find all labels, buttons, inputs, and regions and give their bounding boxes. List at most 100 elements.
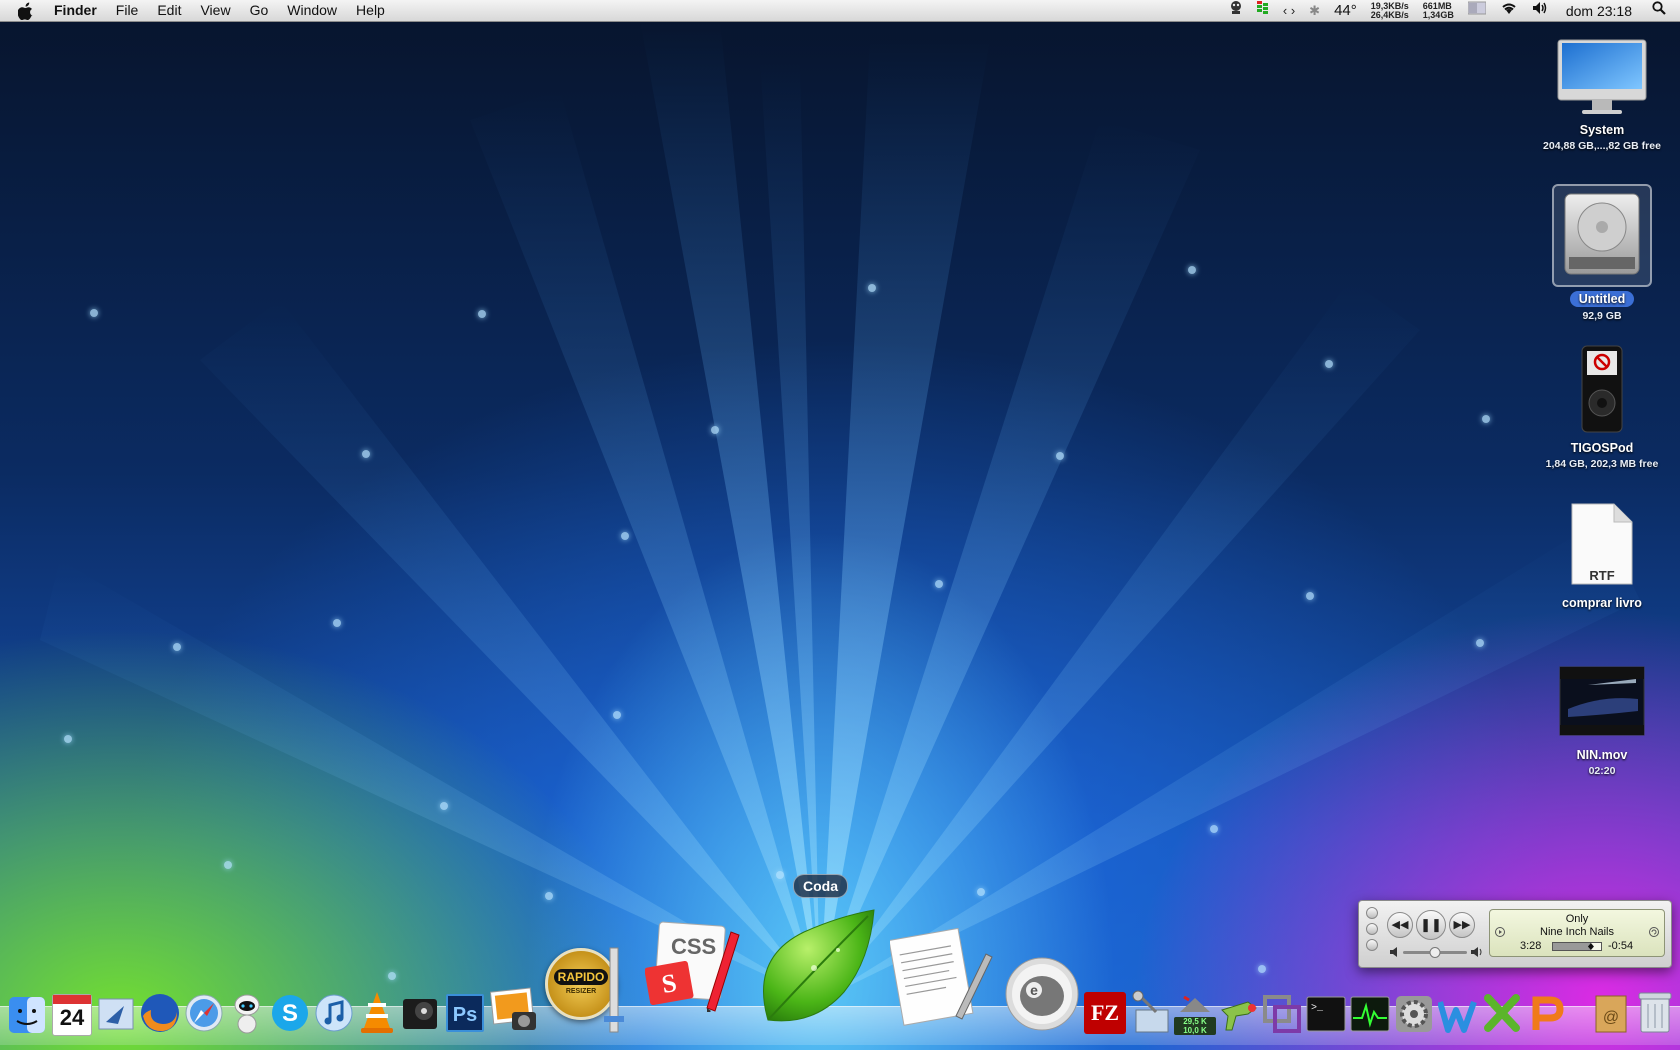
dock-skype-icon[interactable]: S (270, 993, 310, 1033)
movie-thumbnail-icon (1559, 666, 1645, 736)
play-pause-button[interactable]: ❚❚ (1416, 910, 1446, 940)
dock-satellite-icon[interactable] (1130, 990, 1172, 1034)
now-playing-artist: Nine Inch Nails (1540, 926, 1614, 938)
dock-activity-monitor-icon[interactable] (1350, 996, 1390, 1032)
desktop-icon-label: Untitled (1569, 291, 1635, 307)
selection-highlight (1552, 184, 1652, 287)
ical-date: 24 (59, 1005, 85, 1030)
desktop-icon-nin-mov[interactable]: NIN.mov 02:20 (1532, 665, 1672, 777)
mini-player-zoom-button[interactable] (1366, 939, 1378, 951)
dock-iphoto-icon[interactable] (490, 986, 538, 1034)
dock-terminal-icon[interactable]: >_ (1306, 996, 1346, 1032)
mini-player-minimize-button[interactable] (1366, 923, 1378, 935)
dock-finder-icon[interactable] (8, 996, 46, 1034)
dock-eve-robot-icon[interactable] (228, 992, 266, 1034)
mini-player-close-button[interactable] (1366, 907, 1378, 919)
menu-help[interactable]: Help (356, 0, 385, 21)
itunes-mini-player: ◀◀ ❚❚ ▶▶ Only Nine Inch Nails 3:28 -0:54 (1358, 900, 1672, 968)
temperature-readout[interactable]: 44° (1334, 2, 1357, 19)
dock-powerpoint-icon[interactable] (1526, 994, 1566, 1034)
svg-text:@: @ (1603, 1009, 1619, 1026)
dock-stack-folder-icon[interactable]: @ (1592, 992, 1632, 1034)
memory-readout[interactable]: 661MB 1,34GB (1422, 1, 1454, 20)
now-playing-song: Only (1565, 913, 1589, 925)
dock-vmware-icon[interactable] (1262, 994, 1302, 1034)
net-down-value: 26,4KB/s (1370, 9, 1409, 20)
svg-text:S: S (282, 1000, 298, 1027)
code-brackets-icon[interactable]: ‹ › (1283, 0, 1295, 21)
dock-coda-icon[interactable] (756, 908, 880, 1028)
desktop-icon-subtitle: 92,9 GB (1582, 310, 1622, 322)
dock-firefox-icon[interactable] (139, 992, 181, 1034)
dock-network-monitor-icon[interactable]: 29,5 K 10,0 K (1174, 995, 1216, 1035)
dock-photoshop-icon[interactable]: Ps (446, 994, 484, 1032)
previous-track-button[interactable]: ◀◀ (1387, 912, 1413, 938)
dock-ical-icon[interactable]: 24 (52, 994, 92, 1036)
desktop-icon-label: comprar livro (1562, 596, 1642, 610)
menu-bar: Finder File Edit View Go Window Help ‹ ›… (0, 0, 1680, 22)
dock-textedit-icon[interactable] (890, 924, 994, 1026)
lcd-play-indicator-icon[interactable] (1495, 927, 1505, 937)
dock-vlc-icon[interactable] (358, 990, 396, 1034)
dock-ruler-slider-icon[interactable] (602, 946, 626, 1034)
desktop-icon-subtitle: 204,88 GB,...,82 GB free (1543, 140, 1661, 152)
dock-ray-gun-icon[interactable] (1218, 994, 1260, 1034)
rtf-badge-label: RTF (1589, 568, 1615, 583)
desktop-icon-untitled[interactable]: Untitled 92,9 GB (1532, 184, 1672, 322)
wifi-icon[interactable] (1500, 0, 1518, 21)
dock-system-preferences-icon[interactable] (1394, 994, 1434, 1034)
menu-view[interactable]: View (200, 0, 230, 21)
memory-bar-icon[interactable] (1467, 0, 1487, 21)
svg-text:e: e (1030, 982, 1038, 998)
bluetooth-icon[interactable]: ✱ (1309, 0, 1320, 21)
dock-safari-icon[interactable] (184, 993, 224, 1033)
dock-cssedit-icon[interactable]: S CSS (645, 920, 741, 1012)
desktop-icon-subtitle: 1,84 GB, 202,3 MB free (1545, 458, 1659, 470)
netmon-values: 29,5 K 10,0 K (1174, 1017, 1216, 1035)
spotlight-search-icon[interactable] (1652, 0, 1666, 21)
imac-icon (1557, 39, 1647, 114)
desktop-icon-tigospod[interactable]: TIGOSPod 1,84 GB, 202,3 MB free (1532, 344, 1672, 470)
netmon-up: 29,5 K (1183, 1017, 1207, 1026)
desktop-icon-comprar-livro[interactable]: RTF comprar livro (1532, 502, 1672, 610)
volume-slider[interactable] (1389, 945, 1485, 959)
dock-audio-app-icon[interactable] (400, 993, 440, 1033)
dock-word-icon[interactable] (1438, 996, 1480, 1034)
dock-filezilla-icon[interactable]: FZ (1084, 992, 1126, 1034)
dock-excel-icon[interactable] (1482, 994, 1524, 1034)
ipod-icon (1581, 345, 1623, 433)
dock-mail-icon[interactable] (96, 994, 136, 1034)
menu-edit[interactable]: Edit (157, 0, 181, 21)
desktop-icon-label: TIGOSPod (1570, 441, 1634, 455)
desktop-icon-label: System (1579, 123, 1625, 137)
hard-drive-icon (1564, 193, 1640, 275)
cpu-meter-icon[interactable] (1256, 0, 1269, 21)
lcd-snapback-icon[interactable] (1649, 927, 1659, 937)
now-playing-display: Only Nine Inch Nails 3:28 -0:54 (1489, 909, 1665, 957)
elapsed-time: 3:28 (1520, 940, 1542, 952)
svg-text:>_: >_ (1311, 1003, 1324, 1014)
apple-menu-icon[interactable] (18, 2, 34, 20)
dock-evernote-icon[interactable]: e (1004, 956, 1080, 1032)
menu-window[interactable]: Window (287, 0, 337, 21)
resizer-label: RAPIDO (554, 969, 608, 985)
desktop-icon-subtitle: 02:20 (1588, 765, 1616, 777)
dock-tooltip: Coda (793, 874, 848, 898)
network-speed-readout[interactable]: 19,3KB/s 26,4KB/s (1370, 1, 1409, 20)
menu-go[interactable]: Go (250, 0, 269, 21)
photoshop-label: Ps (452, 1004, 478, 1026)
desktop-icon-system[interactable]: System 204,88 GB,...,82 GB free (1532, 38, 1672, 152)
next-track-button[interactable]: ▶▶ (1449, 912, 1475, 938)
volume-icon[interactable] (1532, 0, 1548, 21)
growl-menu-icon[interactable] (1229, 0, 1243, 21)
netmon-down: 10,0 K (1183, 1026, 1207, 1035)
dock-trash-icon[interactable] (1636, 990, 1674, 1034)
menu-file[interactable]: File (116, 0, 139, 21)
cssedit-label: CSS (671, 934, 717, 959)
mem-total-value: 1,34GB (1422, 9, 1454, 20)
menu-app-finder[interactable]: Finder (54, 0, 97, 21)
desktop-icon-label: NIN.mov (1576, 748, 1628, 762)
dock-itunes-icon[interactable] (314, 993, 354, 1033)
progress-bar[interactable] (1552, 942, 1602, 951)
menubar-clock[interactable]: dom 23:18 (1566, 3, 1632, 19)
